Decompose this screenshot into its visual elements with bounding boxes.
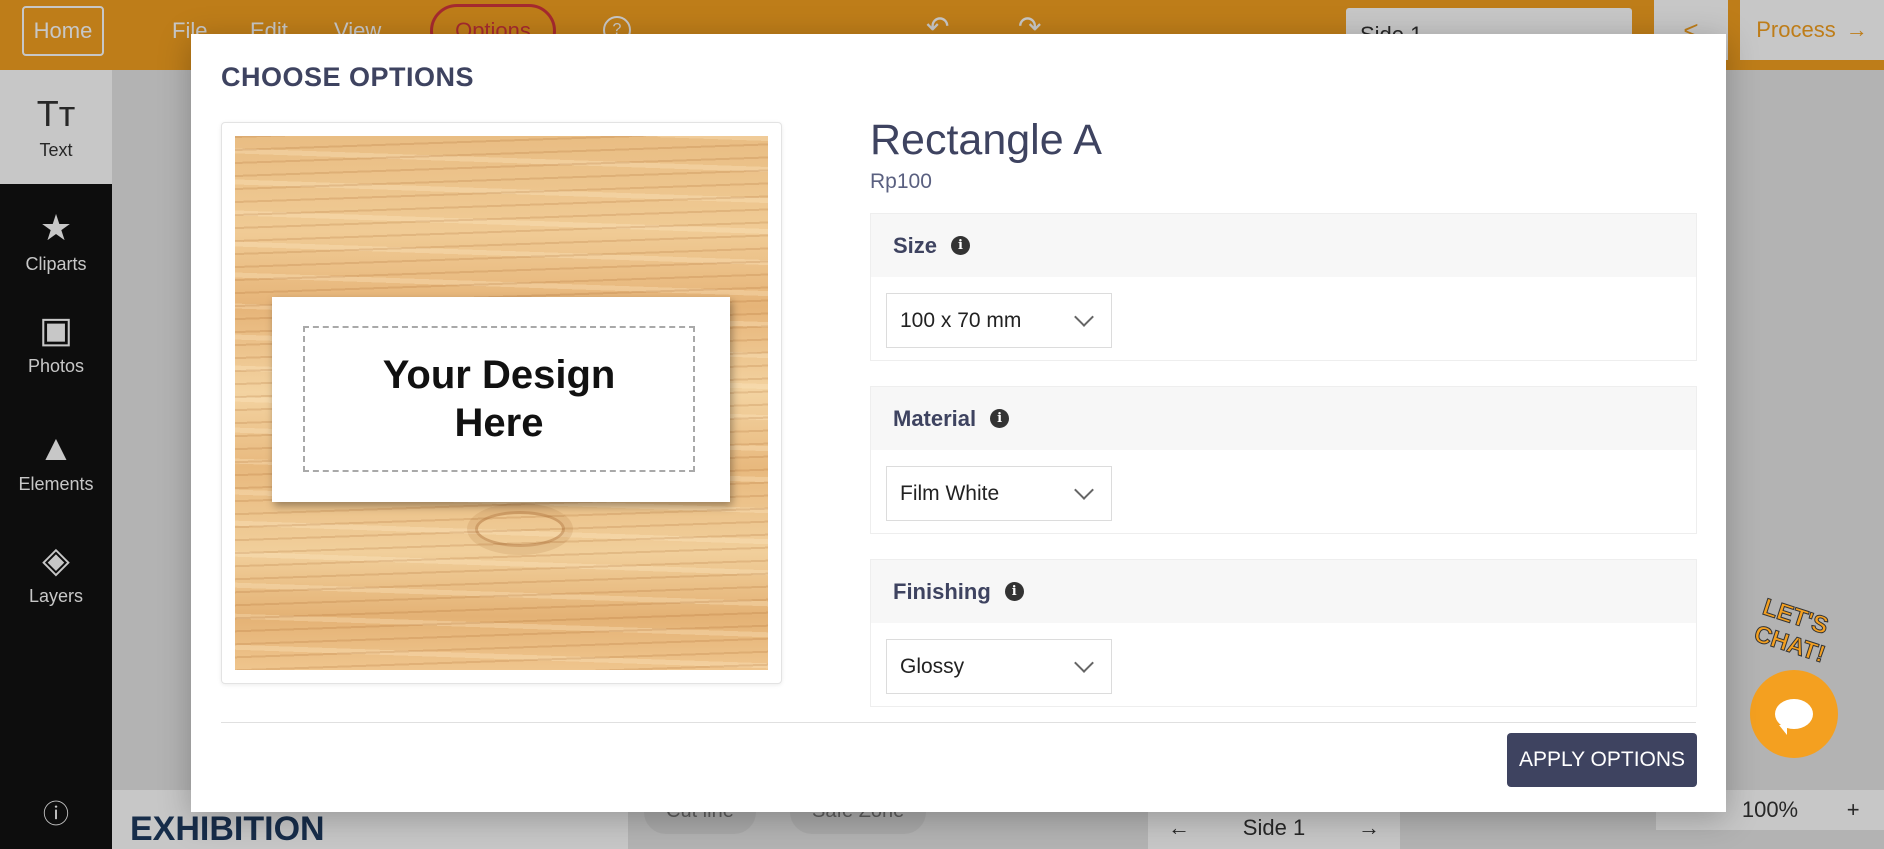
option-header: Finishing i bbox=[871, 560, 1696, 623]
option-header: Size i bbox=[871, 214, 1696, 277]
choose-options-modal: CHOOSE OPTIONS Your Design Here Rectangl… bbox=[191, 34, 1726, 812]
option-title: Finishing bbox=[893, 578, 991, 604]
chevron-down-icon bbox=[1074, 652, 1094, 673]
select-value: Glossy bbox=[900, 654, 965, 678]
chat-bubble-icon bbox=[1775, 699, 1813, 735]
option-title: Size bbox=[893, 232, 938, 258]
label-mockup: Your Design Here bbox=[272, 297, 730, 502]
info-icon[interactable]: i bbox=[951, 236, 971, 255]
option-size: Size i 100 x 70 mm bbox=[870, 213, 1697, 361]
design-placeholder-text: Your Design Here bbox=[382, 353, 616, 445]
option-header: Material i bbox=[871, 387, 1696, 450]
wood-background: Your Design Here bbox=[235, 136, 768, 670]
product-preview: Your Design Here bbox=[221, 122, 782, 684]
finishing-select[interactable]: Glossy bbox=[886, 639, 1112, 694]
select-value: 100 x 70 mm bbox=[900, 308, 1022, 332]
size-select[interactable]: 100 x 70 mm bbox=[886, 293, 1112, 348]
product-price: Rp100 bbox=[870, 170, 932, 193]
wood-knot bbox=[475, 511, 565, 547]
apply-options-button[interactable]: APPLY OPTIONS bbox=[1507, 733, 1697, 787]
chevron-down-icon bbox=[1074, 479, 1094, 500]
product-name: Rectangle A bbox=[870, 116, 1102, 164]
info-icon[interactable]: i bbox=[990, 409, 1010, 428]
design-area: Your Design Here bbox=[303, 326, 695, 472]
option-material: Material i Film White bbox=[870, 386, 1697, 534]
option-title: Material bbox=[893, 405, 977, 431]
chevron-down-icon bbox=[1074, 306, 1094, 327]
modal-divider bbox=[221, 722, 1696, 723]
chat-button[interactable] bbox=[1750, 670, 1838, 758]
info-icon[interactable]: i bbox=[1004, 582, 1024, 601]
modal-title: CHOOSE OPTIONS bbox=[221, 62, 475, 92]
option-finishing: Finishing i Glossy bbox=[870, 559, 1697, 707]
material-select[interactable]: Film White bbox=[886, 466, 1112, 521]
select-value: Film White bbox=[900, 481, 1000, 505]
